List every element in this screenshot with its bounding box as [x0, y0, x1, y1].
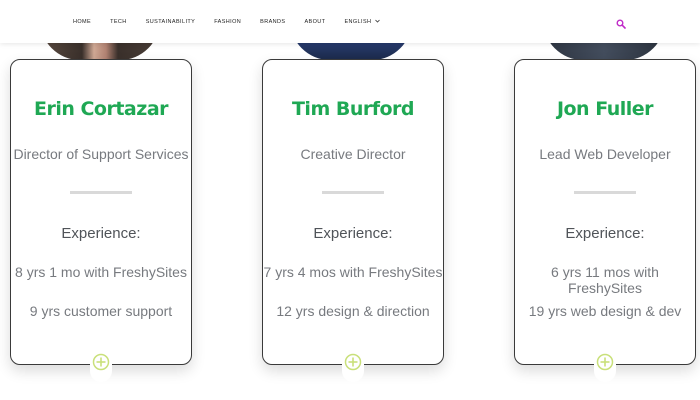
nav-item-home[interactable]: HOME — [73, 19, 91, 25]
nav-menu: HOME TECH SUSTAINABILITY FASHION BRANDS … — [73, 0, 399, 43]
language-selector[interactable]: ENGLISH — [344, 18, 381, 25]
expand-button[interactable] — [594, 346, 616, 382]
member-name: Jon Fuller — [556, 98, 654, 120]
team-member-card: Erin Cortazar Director of Support Servic… — [10, 59, 192, 382]
experience-line: 8 yrs 1 mo with FreshySites — [15, 264, 187, 280]
divider — [574, 191, 636, 194]
member-role: Lead Web Developer — [539, 146, 671, 162]
nav-item-about[interactable]: ABOUT — [304, 19, 325, 25]
experience-line: 6 yrs 11 mos with FreshySites — [551, 264, 659, 296]
nav-item-tech[interactable]: TECH — [110, 19, 127, 25]
nav-item-fashion[interactable]: FASHION — [214, 19, 241, 25]
divider — [70, 191, 132, 194]
plus-circle-icon — [596, 353, 614, 376]
experience-line: 7 yrs 4 mos with FreshySites — [263, 264, 443, 280]
team-member-card: Jon Fuller Lead Web Developer Experience… — [514, 59, 696, 382]
top-navigation: HOME TECH SUSTAINABILITY FASHION BRANDS … — [0, 0, 700, 43]
experience-label: Experience: — [313, 225, 393, 242]
member-name: Tim Burford — [291, 98, 415, 120]
member-name: Erin Cortazar — [33, 98, 169, 120]
nav-label: ABOUT — [304, 18, 326, 25]
nav-item-sustainability[interactable]: SUSTAINABILITY — [146, 19, 196, 25]
experience-line: 9 yrs customer support — [29, 303, 173, 319]
experience-label: Experience: — [565, 225, 645, 242]
nav-label: ENGLISH — [344, 18, 372, 25]
member-role: Creative Director — [300, 146, 406, 162]
nav-item-brands[interactable]: BRANDS — [260, 19, 285, 25]
experience-line: 12 yrs design & direction — [276, 303, 430, 319]
plus-circle-icon — [344, 353, 362, 376]
experience-line: 19 yrs web design & dev — [528, 303, 682, 319]
search-icon[interactable] — [616, 16, 626, 29]
experience-label: Experience: — [61, 225, 141, 242]
nav-label: TECH — [110, 18, 127, 25]
expand-button[interactable] — [90, 346, 112, 382]
plus-circle-icon — [92, 353, 110, 376]
nav-label: SUSTAINABILITY — [145, 18, 196, 25]
team-member-card: Tim Burford Creative Director Experience… — [262, 59, 444, 382]
nav-label: FASHION — [214, 18, 242, 25]
member-role: Director of Support Services — [13, 146, 189, 162]
nav-label: HOME — [73, 18, 92, 25]
nav-label: BRANDS — [260, 18, 286, 25]
chevron-down-icon — [375, 19, 381, 25]
divider — [322, 191, 384, 194]
expand-button[interactable] — [342, 346, 364, 382]
